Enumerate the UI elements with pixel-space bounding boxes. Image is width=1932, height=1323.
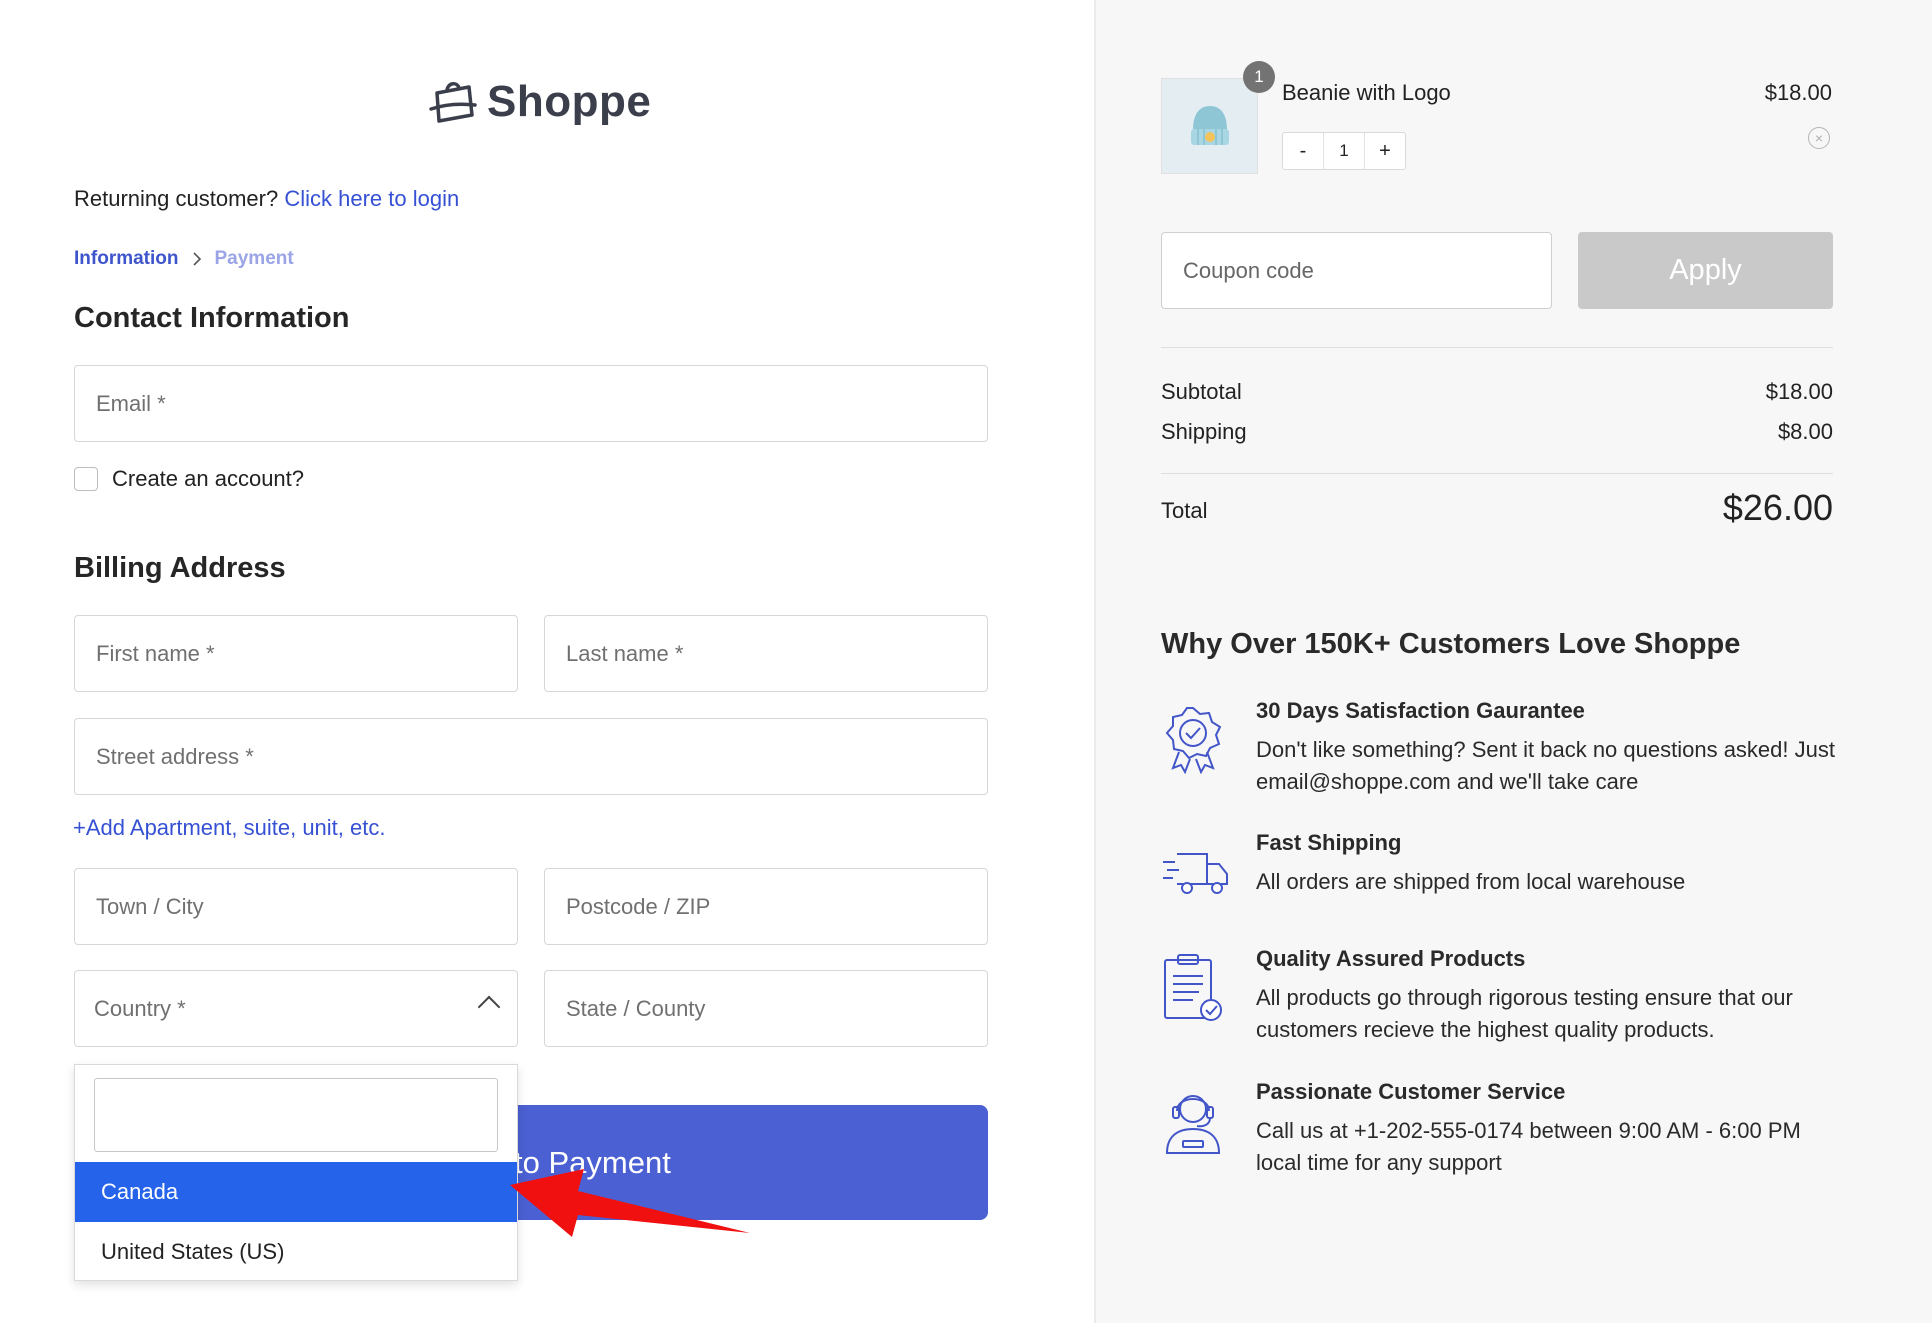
cart-quantity-badge: 1 <box>1243 61 1275 93</box>
total-value: $26.00 <box>1722 487 1833 528</box>
feature-description: All orders are shipped from local wareho… <box>1256 869 1686 894</box>
create-account-row[interactable]: Create an account? <box>74 466 304 492</box>
feature-title: Fast Shipping <box>1256 830 1402 855</box>
feature-description: All products go through rigorous testing… <box>1256 985 1793 1042</box>
quantity-value[interactable]: 1 <box>1323 133 1365 169</box>
feature-description: Call us at +1-202-555-0174 between 9:00 … <box>1256 1118 1801 1175</box>
billing-heading: Billing Address <box>74 552 286 584</box>
beanie-icon <box>1190 106 1229 145</box>
total-label: Total <box>1161 498 1208 523</box>
breadcrumb-payment[interactable]: Payment <box>215 248 294 270</box>
contact-heading: Contact Information <box>74 302 350 334</box>
subtotal-value: $18.00 <box>1765 379 1833 404</box>
remove-item-icon[interactable]: × <box>1808 127 1830 149</box>
why-heading: Why Over 150K+ Customers Love Shoppe <box>1161 628 1741 660</box>
add-apartment-label: Add Apartment, suite, unit, etc. <box>85 815 386 840</box>
country-select-value: Country * <box>94 995 186 1021</box>
shopping-bag-icon <box>429 82 477 123</box>
checkout-form-panel: Shoppe Returning customer? Click here to… <box>0 0 1094 1323</box>
plus-icon: + <box>73 815 86 840</box>
returning-customer-text: Returning customer? Click here to login <box>74 186 459 212</box>
brand-logo[interactable]: Shoppe <box>429 72 651 132</box>
truck-icon <box>1163 853 1228 894</box>
last-name-field[interactable] <box>544 615 988 692</box>
chevron-right-icon <box>192 252 201 266</box>
shipping-label: Shipping <box>1161 419 1247 444</box>
annotation-arrow-icon <box>510 1169 750 1237</box>
country-option-canada[interactable]: Canada <box>75 1162 517 1222</box>
clipboard-check-icon <box>1164 954 1222 1021</box>
coupon-input[interactable] <box>1181 256 1551 285</box>
summary-divider <box>1161 347 1833 348</box>
quantity-stepper: - 1 + <box>1282 132 1406 170</box>
breadcrumb-information[interactable]: Information <box>74 248 179 270</box>
postcode-field[interactable] <box>544 868 988 945</box>
town-city-field[interactable] <box>74 868 518 945</box>
feature-title: 30 Days Satisfaction Gaurantee <box>1256 698 1585 723</box>
first-name-field[interactable] <box>74 615 518 692</box>
returning-prefix: Returning customer? <box>74 186 279 211</box>
feature-title: Quality Assured Products <box>1256 946 1526 971</box>
badge-check-icon <box>1165 707 1222 774</box>
shipping-value: $8.00 <box>1777 419 1833 444</box>
login-link[interactable]: Click here to login <box>284 186 459 211</box>
total-divider <box>1161 473 1833 474</box>
state-county-field[interactable] <box>544 970 988 1047</box>
support-agent-icon <box>1165 1095 1221 1154</box>
quantity-increase-button[interactable]: + <box>1365 133 1405 169</box>
coupon-field[interactable] <box>1161 232 1552 309</box>
email-input[interactable] <box>94 389 987 418</box>
product-name: Beanie with Logo <box>1282 80 1451 105</box>
breadcrumb: Information Payment <box>74 248 294 270</box>
product-thumbnail[interactable] <box>1161 78 1258 174</box>
email-field[interactable] <box>74 365 988 442</box>
chevron-up-icon <box>477 995 501 1019</box>
product-price: $18.00 <box>1764 80 1832 105</box>
last-name-input[interactable] <box>564 639 987 668</box>
create-account-label: Create an account? <box>112 466 305 491</box>
add-apartment-link[interactable]: +Add Apartment, suite, unit, etc. <box>73 815 385 841</box>
street-address-field[interactable] <box>74 718 988 795</box>
country-dropdown: Canada United States (US) <box>74 1064 518 1281</box>
country-select[interactable]: Country * <box>74 970 518 1047</box>
postcode-input[interactable] <box>564 892 987 921</box>
street-address-input[interactable] <box>94 742 987 771</box>
state-county-input[interactable] <box>564 994 987 1023</box>
country-search-input[interactable] <box>94 1078 498 1152</box>
quantity-decrease-button[interactable]: - <box>1283 133 1323 169</box>
apply-coupon-button[interactable]: Apply <box>1578 232 1833 309</box>
first-name-input[interactable] <box>94 639 517 668</box>
create-account-checkbox[interactable] <box>74 467 98 491</box>
country-option-us[interactable]: United States (US) <box>75 1222 517 1282</box>
feature-description: Don't like something? Sent it back no qu… <box>1256 737 1835 794</box>
subtotal-label: Subtotal <box>1161 379 1242 404</box>
town-city-input[interactable] <box>94 892 517 921</box>
brand-name: Shoppe <box>487 77 652 126</box>
feature-title: Passionate Customer Service <box>1256 1079 1566 1104</box>
